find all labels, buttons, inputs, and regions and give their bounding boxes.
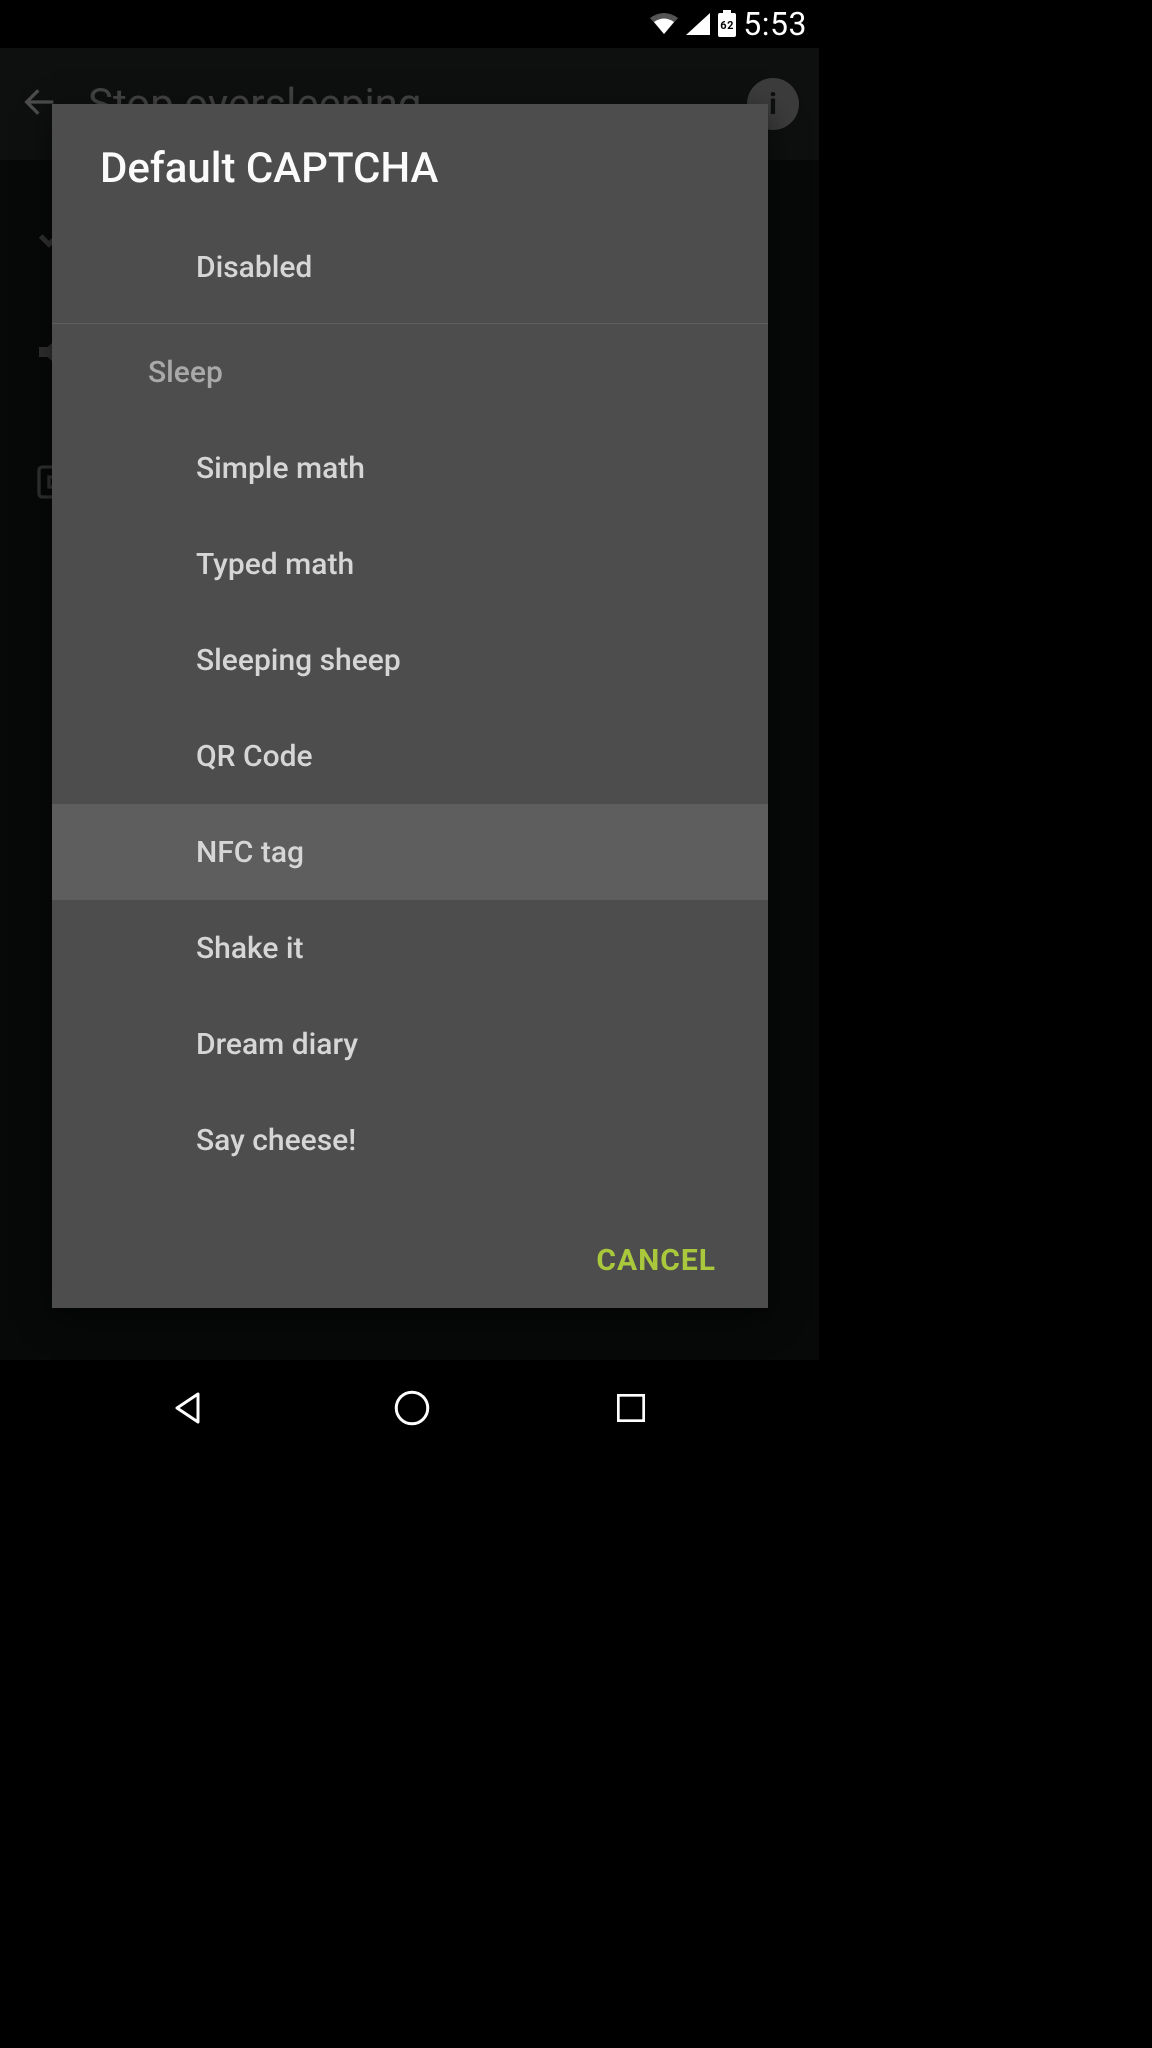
option-label: Typed math: [196, 547, 354, 582]
option-disabled[interactable]: Disabled: [52, 219, 768, 315]
option-simple-math[interactable]: Simple math: [52, 420, 768, 516]
option-label: Shake it: [196, 931, 304, 966]
status-clock: 5:53: [743, 5, 807, 43]
option-label: Dream diary: [196, 1027, 358, 1062]
option-nfc-tag[interactable]: NFC tag: [52, 804, 768, 900]
option-label: QR Code: [196, 739, 313, 774]
cell-signal-icon: [685, 12, 711, 36]
captcha-dialog: Default CAPTCHA Disabled Sleep Simple ma…: [52, 104, 768, 1308]
wifi-icon: [649, 12, 679, 36]
nav-back-icon[interactable]: [170, 1387, 212, 1429]
battery-icon: 62: [717, 10, 737, 38]
dialog-title: Default CAPTCHA: [52, 104, 768, 219]
option-label: Say cheese!: [196, 1123, 356, 1158]
section-label: Sleep: [52, 324, 768, 420]
option-label: Sleeping sheep: [196, 643, 401, 678]
dialog-actions: CANCEL: [52, 1212, 768, 1308]
option-qr-code[interactable]: QR Code: [52, 708, 768, 804]
battery-pct: 62: [720, 19, 734, 32]
option-say-cheese[interactable]: Say cheese!: [52, 1092, 768, 1188]
status-bar: 62 5:53: [0, 0, 819, 48]
nav-home-icon[interactable]: [391, 1387, 433, 1429]
option-typed-math[interactable]: Typed math: [52, 516, 768, 612]
cancel-button[interactable]: CANCEL: [592, 1231, 720, 1290]
option-label: Disabled: [196, 250, 312, 285]
dialog-option-list: Disabled Sleep Simple math Typed math Sl…: [52, 219, 768, 1212]
option-sleeping-sheep[interactable]: Sleeping sheep: [52, 612, 768, 708]
nav-recents-icon[interactable]: [612, 1389, 650, 1427]
option-shake-it[interactable]: Shake it: [52, 900, 768, 996]
nav-bar: [0, 1360, 819, 1456]
option-dream-diary[interactable]: Dream diary: [52, 996, 768, 1092]
option-label: Simple math: [196, 451, 365, 486]
option-label: NFC tag: [196, 835, 304, 870]
